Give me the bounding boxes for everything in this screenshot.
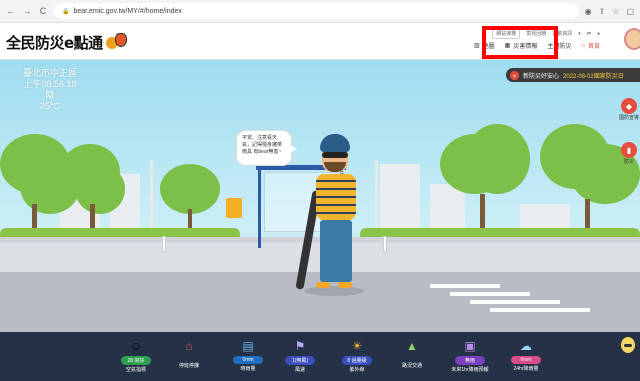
bollard (162, 236, 166, 252)
dropdown-icon[interactable]: ▾ (578, 31, 581, 37)
bottom-item-value: 8 過量級 (342, 356, 372, 365)
nav-home[interactable]: ⌂ 首頁 (581, 41, 600, 51)
bus-stop-pole (258, 168, 261, 248)
weather-condition: 陰 (45, 90, 55, 100)
bottom-item-wind[interactable]: ⚑ 1(無風) 風速 (278, 337, 322, 373)
weather-time: 上午08:56:19 (23, 79, 77, 89)
rain24-icon: ☁ (520, 339, 532, 353)
forward-button[interactable]: → (22, 6, 32, 16)
home-icon: ⌂ (581, 42, 585, 49)
highlight-annotation-box (482, 26, 558, 59)
mascot-logo-icon (105, 33, 128, 51)
side-button-label: 防災 (623, 159, 634, 165)
bottom-item-label: 時雨量 (240, 366, 256, 372)
mascot-helper-icon[interactable] (616, 334, 640, 362)
side-button-defense[interactable]: ◆ 國防宣導 (618, 98, 640, 121)
side-button-disaster[interactable]: ▮ 防災 (618, 142, 640, 165)
school-icon: ⌂ (185, 339, 193, 353)
crosswalk-stripe (430, 284, 500, 288)
bottom-item-air-quality[interactable]: ☺ 28 良好 空氣指標 (114, 337, 158, 373)
thermometer-icon: ▮ (621, 142, 637, 158)
bottom-item-value: 無雨 (455, 356, 485, 365)
url-text: bear.emic.gov.tw/MY/#/home/index (73, 7, 182, 15)
google-lens-icon[interactable]: ◉ (585, 7, 592, 16)
crosswalk-stripe (470, 300, 560, 304)
bottom-item-forecast[interactable]: ▣ 無雨 未來1hr降雨預報 (448, 337, 492, 373)
ticker-date: 2022-08-02國家防災日 (563, 73, 624, 80)
megaphone-icon: ◆ (621, 98, 637, 114)
weather-scene: 臺北市中正區 上午08:56:19 陰 25°C ● 新防災好安心 2022-0… (0, 60, 640, 332)
share-icon[interactable]: ⇪ (599, 7, 606, 16)
bottom-item-label: 停班停課 (178, 363, 199, 369)
crosswalk-stripe (490, 308, 590, 312)
bottom-item-label: 空氣指標 (125, 367, 146, 373)
mascot-character (295, 130, 380, 310)
ticker-label: 新防災好安心 (523, 73, 560, 80)
avatar[interactable] (624, 28, 640, 50)
crosswalk-stripe (450, 292, 530, 296)
bus-sign (226, 198, 242, 218)
screenshot-frame: ← → C 🔒 bear.emic.gov.tw/MY/#/home/index… (0, 0, 640, 381)
bottom-item-label: 風速 (294, 367, 305, 373)
side-button-label: 國防宣導 (618, 115, 639, 121)
facebook-icon[interactable]: ● (597, 31, 600, 37)
announcement-ticker[interactable]: ● 新防災好安心 2022-08-02國家防災日 (506, 68, 640, 82)
bottom-item-value: 28 良好 (121, 356, 151, 365)
logo-text: 全民防災e點通 (6, 33, 103, 52)
bottom-item-label: 紫外線 (349, 367, 365, 373)
wind-icon: ⚑ (294, 339, 306, 353)
back-button[interactable]: ← (6, 6, 16, 16)
bottom-item-uv[interactable]: ☀ 8 過量級 紫外線 (335, 337, 379, 373)
address-bar[interactable]: 🔒 bear.emic.gov.tw/MY/#/home/index (54, 3, 579, 19)
traffic-icon: ▲ (406, 339, 418, 353)
info-bottom-bar: ☺ 28 良好 空氣指標 ⌂ 停班停課 ▤ 0mm 時雨量 ⚑ 1(無風) 風速… (0, 332, 640, 381)
weather-panel: 臺北市中正區 上午08:56:19 陰 25°C (10, 68, 90, 112)
bottom-item-rain24[interactable]: ☁ 0mm 24hr降雨量 (504, 337, 548, 372)
share-link-icon[interactable]: ⇄ (587, 31, 591, 37)
bottom-item-label: 未來1hr降雨預報 (451, 367, 489, 373)
forecast-icon: ▣ (464, 339, 476, 353)
sidebar-icon[interactable]: ▢ (626, 7, 634, 16)
hot-badge-icon: ● (510, 70, 519, 80)
bottom-item-school[interactable]: ⌂ 停班停課 (167, 337, 211, 369)
bottom-item-label: 24hr降雨量 (513, 366, 539, 372)
uv-icon: ☀ (351, 339, 363, 353)
browser-toolbar: ← → C 🔒 bear.emic.gov.tw/MY/#/home/index… (0, 0, 640, 23)
bollard (383, 236, 387, 252)
reload-button[interactable]: C (38, 6, 48, 16)
bottom-item-rain-gauge[interactable]: ▤ 0mm 時雨量 (226, 337, 270, 372)
tree (440, 124, 530, 244)
lock-icon: 🔒 (62, 8, 70, 15)
map-icon: ▥ (473, 43, 480, 49)
bottom-item-label: 路況交通 (401, 363, 422, 369)
air-quality-icon: ☺ (129, 339, 143, 353)
bottom-item-value: 0mm (233, 356, 263, 364)
bookmark-star-icon[interactable]: ☆ (612, 7, 619, 16)
bottom-item-traffic[interactable]: ▲ 路況交通 (390, 337, 434, 369)
weather-location: 臺北市中正區 (22, 68, 77, 78)
rain-gauge-icon: ▤ (242, 339, 254, 353)
nav-home-label: 首頁 (587, 44, 600, 50)
bottom-item-value: 1(無風) (285, 356, 315, 365)
speech-bubble: 平安、注意看天氣，記得隨身攜帶雨具 有bear無患~ (236, 130, 297, 166)
weather-temperature: 25°C (39, 101, 61, 111)
bottom-item-value: 0mm (511, 356, 541, 364)
site-logo[interactable]: 全民防災e點通 (6, 31, 128, 53)
